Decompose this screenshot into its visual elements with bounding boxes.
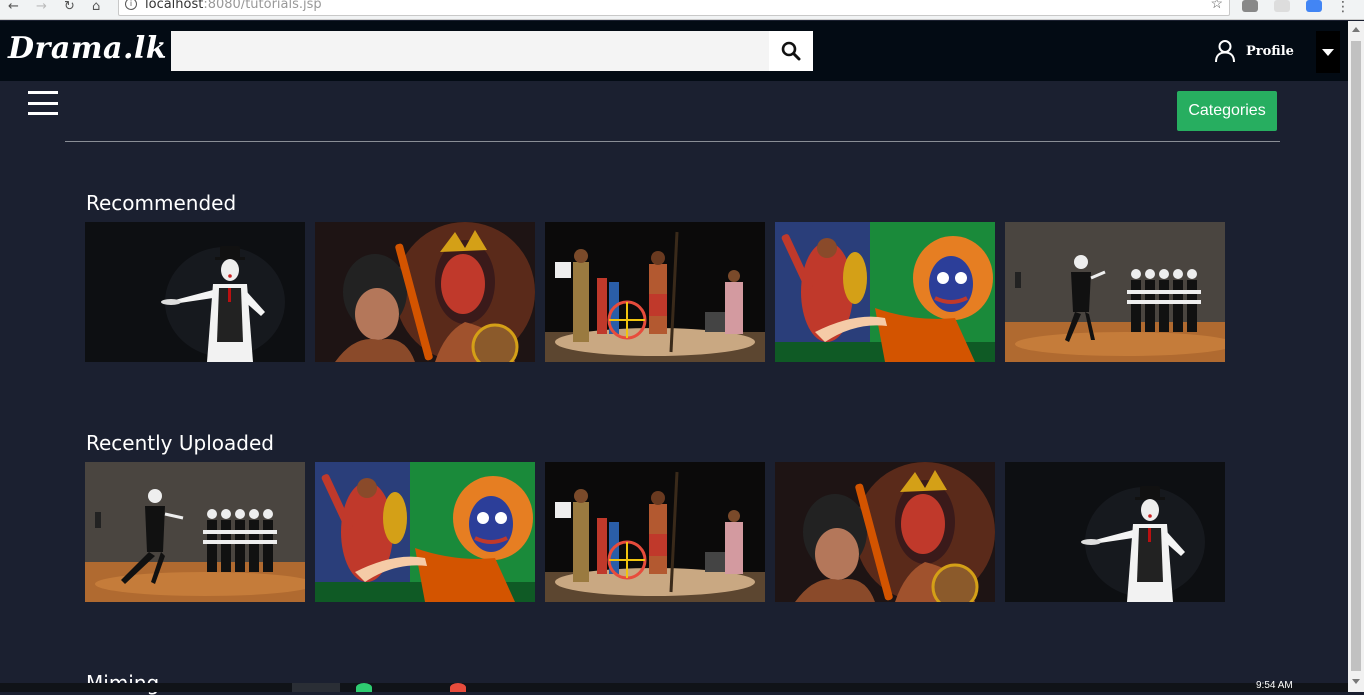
home-icon[interactable]: ⌂ xyxy=(92,0,100,14)
hamburger-line xyxy=(28,91,58,94)
recommended-row xyxy=(85,222,1225,362)
search-input[interactable] xyxy=(171,31,767,71)
taskbar-app[interactable] xyxy=(292,683,340,692)
extension-icon[interactable] xyxy=(1274,0,1290,12)
video-thumbnail[interactable] xyxy=(315,222,535,362)
page-scrollbar[interactable] xyxy=(1348,21,1364,692)
scrollbar-thumb[interactable] xyxy=(1351,41,1361,671)
back-icon[interactable]: ← xyxy=(8,0,19,14)
site-logo[interactable]: Drama.lk xyxy=(8,31,167,66)
kolam-mask-green-image xyxy=(775,222,995,362)
video-thumbnail[interactable] xyxy=(545,462,765,602)
site-header: Drama.lk Profile xyxy=(0,21,1348,81)
profile-label: Profile xyxy=(1246,43,1294,59)
video-thumbnail[interactable] xyxy=(1005,462,1225,602)
scroll-up-icon[interactable] xyxy=(1352,27,1360,32)
taskbar-app-icon[interactable] xyxy=(356,683,372,692)
menu-toggle-button[interactable] xyxy=(28,91,58,115)
section-title-recently-uploaded: Recently Uploaded xyxy=(86,431,274,455)
taskbar-clock: 9:54 AM xyxy=(1256,680,1293,691)
search-icon xyxy=(781,41,801,61)
scroll-down-icon[interactable] xyxy=(1352,679,1360,684)
bookmark-star-icon[interactable]: ☆ xyxy=(1210,0,1223,12)
mime-performer-image xyxy=(1005,462,1225,602)
kolam-dancers-closeup-image xyxy=(775,462,995,602)
stage-drama-cast-image xyxy=(545,222,765,362)
section-title-recommended: Recommended xyxy=(86,191,237,215)
address-text: localhost:8080/tutorials.jsp xyxy=(145,0,322,12)
divider xyxy=(65,141,1280,142)
video-thumbnail[interactable] xyxy=(775,222,995,362)
address-bar[interactable]: i localhost:8080/tutorials.jsp ☆ xyxy=(118,0,1230,16)
mime-troupe-stage-image xyxy=(85,462,305,602)
os-taskbar: 9:54 AM xyxy=(0,680,1348,692)
mime-troupe-stage-image xyxy=(1005,222,1225,362)
video-thumbnail[interactable] xyxy=(545,222,765,362)
taskbar-app-icon[interactable] xyxy=(450,683,466,692)
video-thumbnail[interactable] xyxy=(315,462,535,602)
stage-drama-cast-image xyxy=(545,462,765,602)
video-thumbnail[interactable] xyxy=(1005,222,1225,362)
browser-toolbar: ← → ↻ ⌂ i localhost:8080/tutorials.jsp ☆… xyxy=(0,0,1364,20)
search-button[interactable] xyxy=(769,31,813,71)
search-bar xyxy=(171,31,813,71)
kolam-dancers-closeup-image xyxy=(315,222,535,362)
video-thumbnail[interactable] xyxy=(85,222,305,362)
hamburger-line xyxy=(28,112,58,115)
kolam-mask-green-image xyxy=(315,462,535,602)
extension-icon[interactable] xyxy=(1306,0,1322,12)
video-thumbnail[interactable] xyxy=(85,462,305,602)
profile-dropdown-button[interactable] xyxy=(1316,31,1340,73)
browser-menu-icon[interactable]: ⋮ xyxy=(1336,0,1350,14)
recently-uploaded-row xyxy=(85,462,1225,602)
hamburger-line xyxy=(28,101,58,105)
caret-down-icon xyxy=(1322,48,1334,56)
profile-link[interactable]: Profile xyxy=(1214,39,1294,63)
forward-icon[interactable]: → xyxy=(36,0,47,14)
categories-button[interactable]: Categories xyxy=(1177,91,1277,131)
mime-performer-image xyxy=(85,222,305,362)
video-thumbnail[interactable] xyxy=(775,462,995,602)
info-icon[interactable]: i xyxy=(125,0,137,10)
user-icon xyxy=(1215,40,1235,63)
reload-icon[interactable]: ↻ xyxy=(64,0,75,14)
extension-icon[interactable] xyxy=(1242,0,1258,12)
